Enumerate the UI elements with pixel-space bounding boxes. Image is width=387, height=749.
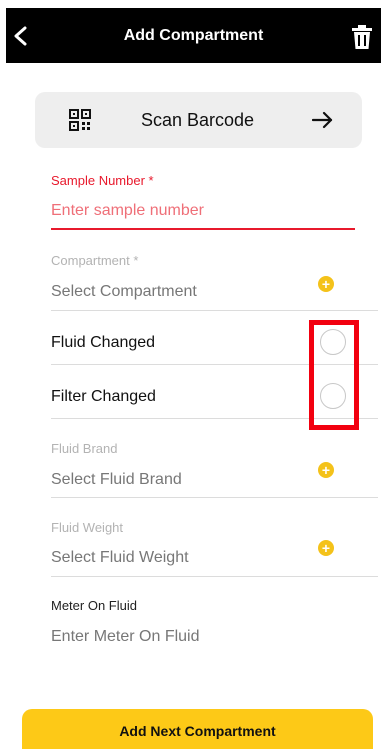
add-fluid-brand-icon[interactable]: +: [318, 462, 334, 478]
compartment-label: Compartment *: [51, 253, 139, 268]
sample-number-underline: [51, 228, 355, 230]
sample-number-label: Sample Number *: [51, 173, 154, 188]
sample-number-input[interactable]: Enter sample number: [51, 202, 355, 220]
add-next-compartment-label: Add Next Compartment: [119, 723, 276, 739]
qr-code-icon: [69, 109, 91, 131]
add-next-compartment-button[interactable]: Add Next Compartment: [22, 709, 373, 749]
highlight-box: [309, 320, 359, 430]
scan-barcode-label: Scan Barcode: [141, 110, 255, 130]
trash-icon[interactable]: [351, 24, 373, 50]
divider: [51, 310, 378, 311]
fluid-weight-select[interactable]: Select Fluid Weight: [51, 549, 355, 567]
fluid-weight-label: Fluid Weight: [51, 520, 124, 535]
add-fluid-weight-icon[interactable]: +: [318, 540, 334, 556]
meter-on-fluid-input[interactable]: Enter Meter On Fluid: [51, 628, 355, 646]
arrow-right-icon: [312, 111, 333, 129]
header-bar: Add Compartment: [6, 8, 381, 63]
fluid-brand-select[interactable]: Select Fluid Brand: [51, 471, 355, 489]
scan-barcode-button[interactable]: Scan Barcode: [35, 92, 362, 148]
divider: [51, 576, 378, 577]
compartment-select[interactable]: Select Compartment: [51, 283, 355, 301]
meter-on-fluid-label: Meter On Fluid: [51, 598, 137, 613]
page-title: Add Compartment: [123, 27, 264, 44]
divider: [51, 497, 378, 498]
add-compartment-icon[interactable]: +: [318, 276, 334, 292]
fluid-brand-label: Fluid Brand: [51, 441, 118, 456]
